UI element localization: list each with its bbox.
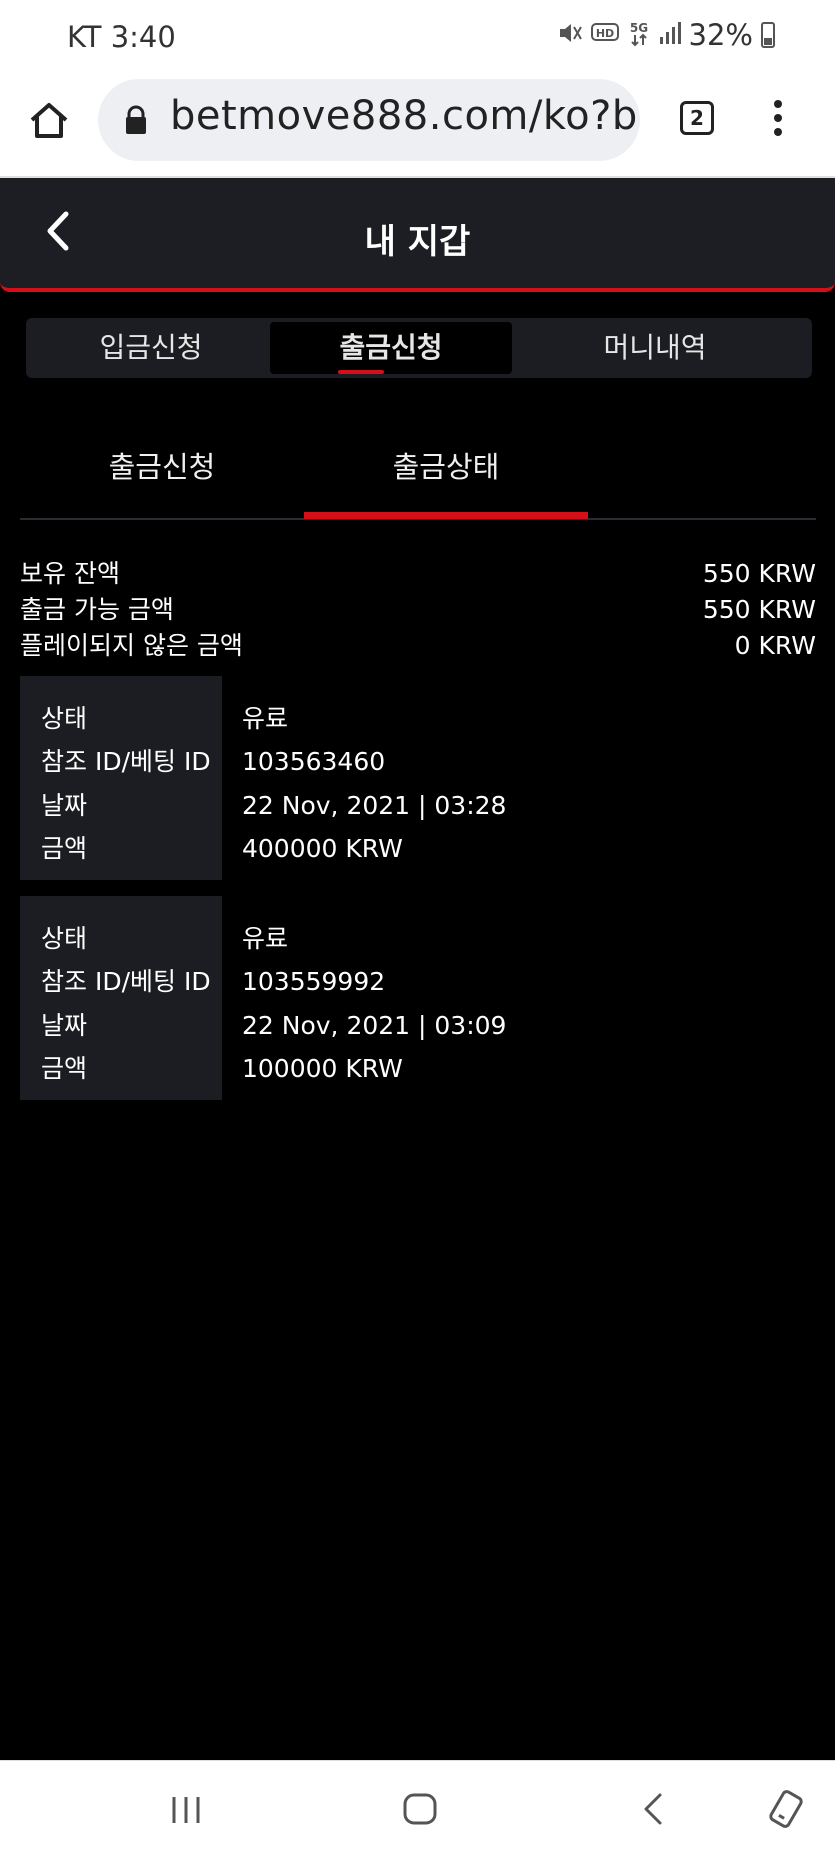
status-label: 상태 [41, 924, 88, 953]
home-icon [30, 103, 68, 138]
system-nav-bar [0, 1760, 835, 1857]
held-balance-row: 보유 잔액 550 KRW [20, 556, 816, 592]
status-icons: HD 5G 32% [557, 18, 775, 52]
svg-text:5G: 5G [629, 21, 647, 35]
date-value: 22 Nov, 2021 | 03:09 [242, 1011, 507, 1040]
battery-icon [761, 22, 775, 48]
svg-text:HD: HD [595, 27, 613, 40]
signal-icon [659, 21, 681, 50]
tab-deposit[interactable]: 입금신청 [30, 318, 272, 378]
lock-icon [126, 105, 146, 134]
ref-id-label: 참조 ID/베팅 ID [41, 967, 211, 996]
amount-value: 400000 KRW [242, 834, 403, 863]
browser-toolbar: betmove888.com/ko?bt 2 [0, 70, 835, 178]
ref-id-label: 참조 ID/베팅 ID [41, 747, 211, 776]
recent-apps-button[interactable] [162, 1785, 210, 1833]
date-label: 날짜 [41, 791, 88, 820]
home-nav-button[interactable] [396, 1785, 444, 1833]
withdrawable-label: 출금 가능 금액 [20, 595, 174, 624]
rotate-screen-icon [769, 1790, 803, 1828]
date-label: 날짜 [41, 1011, 88, 1040]
unplayed-value: 0 KRW [734, 631, 816, 660]
back-nav-button[interactable] [630, 1785, 678, 1833]
balance-summary: 보유 잔액 550 KRW 출금 가능 금액 550 KRW 플레이되지 않은 … [20, 556, 816, 664]
tab-money-history[interactable]: 머니내역 [534, 318, 776, 378]
withdrawable-value: 550 KRW [702, 595, 816, 624]
unplayed-label: 플레이되지 않은 금액 [20, 631, 243, 660]
home-button[interactable] [24, 96, 74, 146]
amount-label: 금액 [41, 834, 88, 863]
hd-icon: HD [590, 22, 619, 49]
tabs-button[interactable]: 2 [680, 101, 714, 135]
withdrawable-row: 출금 가능 금액 550 KRW [20, 592, 816, 628]
subtab-withdraw-request[interactable]: 출금신청 [20, 444, 304, 486]
amount-label: 금액 [41, 1054, 88, 1083]
status-value: 유료 [242, 924, 289, 953]
amount-value: 100000 KRW [242, 1054, 403, 1083]
more-menu-button[interactable] [768, 98, 788, 138]
ref-id-value: 103563460 [242, 747, 386, 776]
unplayed-row: 플레이되지 않은 금액 0 KRW [20, 628, 816, 664]
status-label: 상태 [41, 704, 88, 733]
ref-id-value: 103559992 [242, 967, 386, 996]
transaction-card: 상태 유료 참조 ID/베팅 ID 103563460 날짜 22 Nov, 2… [20, 676, 816, 880]
held-balance-value: 550 KRW [702, 559, 816, 588]
status-value: 유료 [242, 704, 289, 733]
transaction-card: 상태 유료 참조 ID/베팅 ID 103559992 날짜 22 Nov, 2… [20, 896, 816, 1100]
rotate-button[interactable] [762, 1785, 810, 1833]
subtab-withdraw-status[interactable]: 출금상태 [304, 444, 588, 486]
5g-icon: 5G [627, 19, 651, 52]
battery-percent: 32% [688, 18, 753, 52]
mute-icon [557, 20, 583, 51]
carrier-time: KT 3:40 [67, 20, 176, 54]
url-bar[interactable]: betmove888.com/ko?bt [98, 79, 640, 161]
date-value: 22 Nov, 2021 | 03:28 [242, 791, 507, 820]
held-balance-label: 보유 잔액 [20, 559, 120, 588]
withdraw-subtabs: 출금신청 출금상태 [20, 420, 816, 520]
url-text: betmove888.com/ko?bt [170, 93, 640, 139]
back-chevron-icon [644, 1793, 662, 1825]
page-title: 내 지갑 [364, 222, 471, 262]
active-subtab-indicator [304, 512, 588, 519]
tab-withdraw[interactable]: 출금신청 [270, 322, 512, 374]
app-header: 내 지갑 [0, 178, 835, 292]
status-bar: KT 3:40 HD 5G 32% [0, 0, 835, 70]
active-tab-indicator [338, 370, 384, 374]
wallet-tabs: 입금신청 출금신청 머니내역 [26, 318, 812, 378]
more-vertical-icon [774, 100, 782, 136]
recent-apps-icon [172, 1797, 200, 1823]
home-square-icon [403, 1793, 437, 1825]
